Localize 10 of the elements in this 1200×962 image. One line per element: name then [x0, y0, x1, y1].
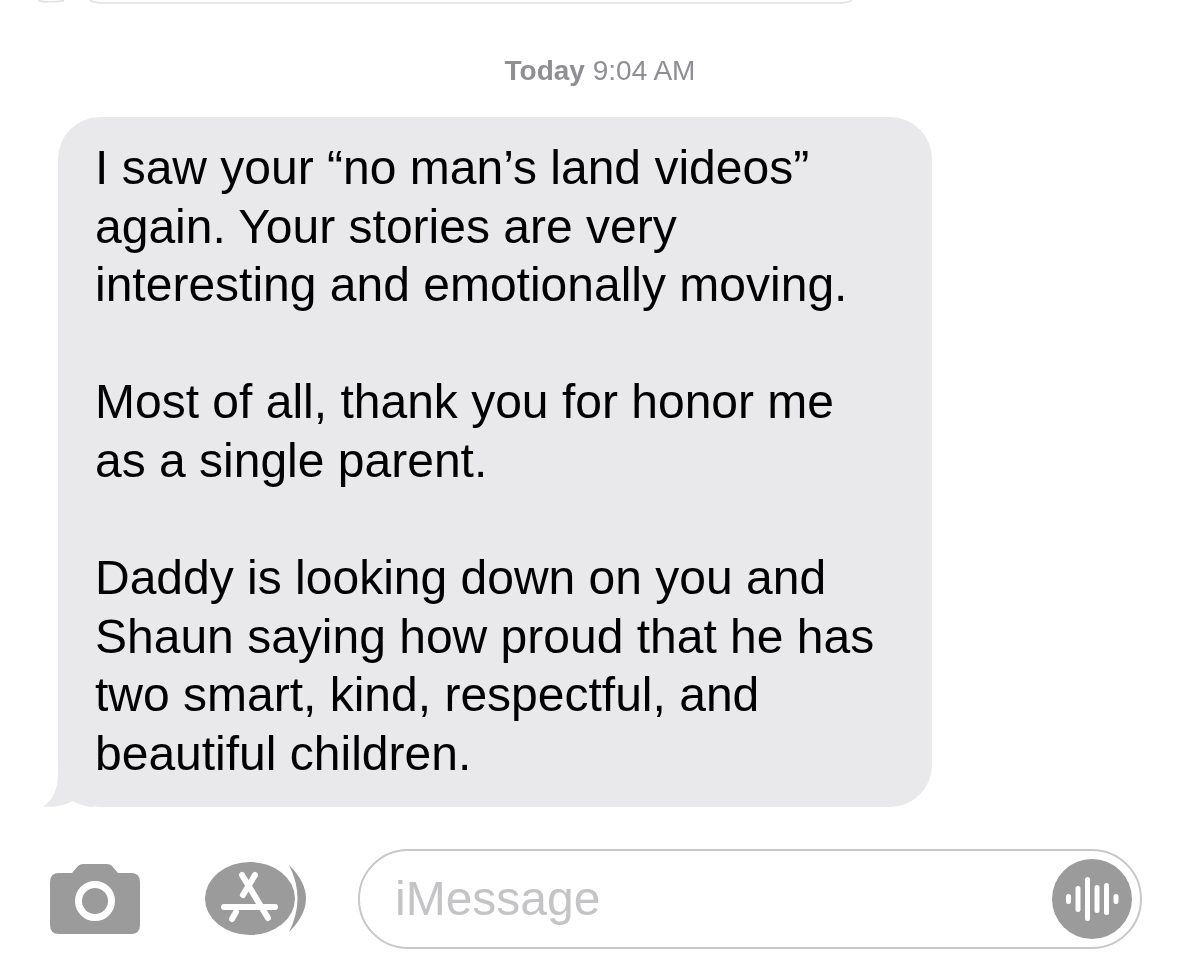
apps-icon: [205, 862, 307, 936]
apps-button[interactable]: [205, 862, 307, 936]
camera-icon: [50, 863, 140, 934]
message-text: Most of all, thank you for honor me as a single parent.: [95, 374, 836, 489]
waveform-icon: [1065, 876, 1119, 921]
camera-button[interactable]: [50, 863, 140, 934]
message-input-field[interactable]: iMessage: [358, 848, 1142, 949]
timestamp: Today 9:04 AM: [504, 54, 696, 88]
message-text: Daddy is looking down on you and Shaun saying how proud that he has two smart, kind, respectful, and beautiful children.: [95, 550, 876, 782]
message-text: I saw your “no man’s land videos” again. Your stories are very interesting and emotionally moving.: [95, 140, 849, 314]
